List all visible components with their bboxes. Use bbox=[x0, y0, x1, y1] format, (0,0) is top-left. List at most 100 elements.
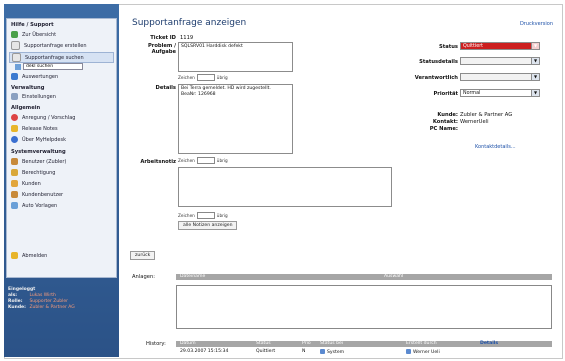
settings-icon bbox=[11, 93, 18, 100]
details-label: Details bbox=[155, 85, 176, 91]
problem-label: Problem / Aufgabe bbox=[147, 43, 176, 55]
section-allgemein-title: Allgemein bbox=[11, 105, 41, 111]
counter-box bbox=[196, 212, 215, 219]
counter-label: Zeichen bbox=[178, 75, 195, 80]
sidebar-item-customer-users[interactable]: Kundenbenutzer bbox=[11, 190, 63, 199]
chevron-down-icon: ▼ bbox=[531, 43, 539, 49]
counter-suffix: übrig bbox=[216, 213, 228, 218]
chevron-down-icon: ▼ bbox=[531, 90, 539, 96]
history-col-status: Status bbox=[256, 341, 271, 346]
responsible-select[interactable]: ▼ bbox=[460, 73, 540, 81]
responsible-label: Verantwortlich bbox=[414, 75, 458, 81]
logged-value: Lukas Wirth bbox=[29, 293, 56, 298]
show-all-notes-button[interactable]: alle Notizen anzeigen bbox=[178, 221, 238, 230]
sidebar-item-templates[interactable]: Auto Vorlagen bbox=[11, 201, 57, 210]
sidebar-item-settings[interactable]: Einstellungen bbox=[11, 92, 56, 101]
priority-select[interactable]: Normal ▼ bbox=[460, 89, 540, 97]
sidebar-item-permissions[interactable]: Berechtigung bbox=[11, 168, 55, 177]
customer-value: Zubler & Partner AG bbox=[460, 112, 513, 118]
section-verwaltung-title: Verwaltung bbox=[11, 85, 45, 91]
sidebar-item-label: Abmelden bbox=[22, 252, 48, 259]
sidebar-item-release-notes[interactable]: Release Notes bbox=[11, 124, 58, 133]
sidebar-item-label: Berechtigung bbox=[22, 169, 56, 176]
section-hilfe-title: Hilfe / Support bbox=[11, 22, 54, 28]
problem-counter: Zeichen übrig bbox=[178, 74, 228, 81]
user-icon bbox=[320, 349, 325, 354]
arrow-left-icon bbox=[11, 31, 18, 38]
logout-icon bbox=[11, 252, 18, 259]
counter-box bbox=[196, 74, 215, 81]
sidebar-item-label: Supportanfrage erstellen bbox=[24, 42, 87, 49]
sidebar-item-label: Einstellungen bbox=[22, 93, 56, 100]
page-title: Supportanfrage anzeigen bbox=[132, 18, 247, 28]
priority-label: Priorität bbox=[433, 91, 459, 97]
ticket-icon bbox=[15, 63, 21, 70]
customer-value: Zubler & Partner AG bbox=[29, 305, 75, 310]
status-label: Status bbox=[439, 44, 458, 50]
counter-suffix: übrig bbox=[216, 158, 228, 163]
sidebar-item-overview[interactable]: Zur Übersicht bbox=[11, 30, 56, 39]
history-status-at-cell: System bbox=[316, 349, 402, 356]
chart-icon bbox=[11, 73, 18, 80]
sidebar-item-customers[interactable]: Kunden bbox=[11, 179, 41, 188]
idea-icon bbox=[11, 114, 18, 121]
status-select[interactable]: Quittiert ▼ bbox=[460, 42, 540, 50]
history-date: 29.03.2007 15:15:34 bbox=[180, 349, 229, 354]
history-label: History: bbox=[146, 341, 166, 347]
sidebar-item-reports[interactable]: Auswertungen bbox=[11, 72, 58, 81]
template-icon bbox=[11, 202, 18, 209]
note-textarea[interactable] bbox=[178, 167, 392, 207]
sidebar-item-label: Auswertungen bbox=[22, 73, 59, 80]
sidebar-item-about[interactable]: Über MyHelpdesk bbox=[11, 135, 66, 144]
history-created-by-cell: Werner Ueli bbox=[402, 349, 476, 356]
main-content: Supportanfrage anzeigen Druckversion Tic… bbox=[120, 4, 561, 357]
role-value: Supporter Zubler bbox=[29, 299, 68, 304]
counter-label: Zeichen bbox=[178, 213, 195, 218]
ticket-id-value: 1119 bbox=[180, 35, 194, 41]
history-col-created-by: Erstellt durch bbox=[406, 341, 437, 346]
chevron-down-icon: ▼ bbox=[531, 58, 539, 64]
star-icon bbox=[11, 125, 18, 132]
section-system-title: Systemverwaltung bbox=[11, 149, 66, 155]
sidebar-item-label: Zur Übersicht bbox=[22, 31, 57, 38]
counter-suffix: übrig bbox=[216, 75, 228, 80]
pc-name-label: PC Name: bbox=[429, 126, 458, 132]
key-icon bbox=[11, 169, 18, 176]
contact-details-link[interactable]: Kontaktdetails... bbox=[475, 144, 516, 150]
history-col-prio: Prio bbox=[302, 341, 311, 346]
sidebar-item-logout[interactable]: Abmelden bbox=[11, 251, 47, 260]
search-icon bbox=[12, 53, 21, 62]
sidebar-item-label: Über MyHelpdesk bbox=[22, 136, 66, 143]
sidebar-item-suggestion[interactable]: Anregung / Vorschlag bbox=[11, 113, 75, 122]
logged-label: Eingeloggt als: bbox=[8, 287, 36, 298]
sidebar-item-users[interactable]: Benutzer (Zubler) bbox=[11, 157, 66, 166]
back-button[interactable]: zurück bbox=[130, 251, 156, 260]
details-counter: Zeichen übrig bbox=[178, 157, 228, 164]
history-created-by: Werner Ueli bbox=[413, 350, 440, 355]
sidebar-item-label: Benutzer (Zubler) bbox=[22, 158, 67, 165]
note-counter: Zeichen übrig bbox=[178, 212, 228, 219]
attachments-list[interactable] bbox=[176, 285, 552, 329]
sidebar-search-input[interactable] bbox=[23, 63, 83, 70]
ticket-id-label: Ticket ID bbox=[150, 35, 176, 41]
sidebar-item-label: Supportanfrage suchen bbox=[25, 54, 84, 61]
contact-label: Kontakt: bbox=[432, 119, 458, 125]
sidebar-item-create-ticket[interactable]: Supportanfrage erstellen bbox=[11, 41, 87, 50]
new-ticket-icon bbox=[11, 41, 20, 50]
statusdetails-select[interactable]: ▼ bbox=[460, 57, 540, 65]
history-col-details: Details bbox=[480, 341, 499, 346]
info-icon bbox=[11, 136, 18, 143]
user-icon bbox=[406, 349, 411, 354]
print-link[interactable]: Druckversion bbox=[520, 21, 553, 27]
sidebar-item-label: Kunden bbox=[22, 180, 41, 187]
customer-label: Kunde: bbox=[437, 112, 458, 118]
problem-textarea[interactable]: SQLSRV01 Harddisk defekt bbox=[178, 42, 293, 72]
table-row[interactable]: 29.03.2007 15:15:34 Quittiert N System W… bbox=[176, 349, 552, 356]
attachments-header: Dateiname Auswahl bbox=[176, 274, 552, 280]
sidebar-item-label: Anregung / Vorschlag bbox=[22, 114, 76, 121]
history-prio: N bbox=[302, 349, 306, 354]
details-textarea[interactable]: Bei Terra gemeldet. HD wird zugestellt. … bbox=[178, 84, 293, 154]
attachments-label: Anlagen: bbox=[132, 274, 155, 280]
sidebar-item-search-ticket[interactable]: Supportanfrage suchen bbox=[9, 52, 114, 63]
attachments-col-select: Auswahl bbox=[384, 274, 404, 279]
